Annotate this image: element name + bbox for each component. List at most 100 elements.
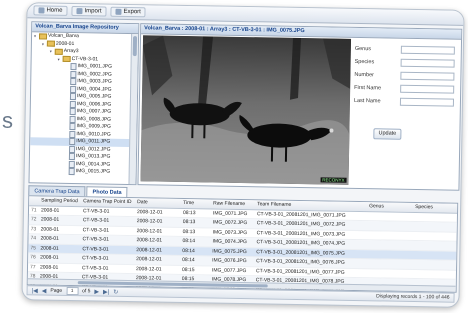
collapse-icon[interactable]: ▾ xyxy=(58,55,62,63)
photo-scene xyxy=(140,35,352,185)
table-cell: 2008-01 xyxy=(40,206,60,214)
column-header[interactable]: Genus xyxy=(367,202,413,211)
file-icon xyxy=(69,138,76,146)
import-label: Import xyxy=(84,8,102,15)
column-header[interactable] xyxy=(29,196,39,205)
home-label: Home xyxy=(46,7,63,14)
table-cell: 2008-01 xyxy=(39,263,59,271)
table-cell: IMG_0074.JPG xyxy=(212,238,248,246)
column-header[interactable]: Camera Trap Point ID xyxy=(81,197,135,206)
file-icon xyxy=(70,63,77,71)
page-count: of 5 xyxy=(82,288,91,295)
collapse-icon[interactable]: ▾ xyxy=(42,40,46,48)
table-cell: 75 xyxy=(30,244,36,251)
app-window: Home Import Export Volcan_Barva Image Re… xyxy=(21,2,465,308)
table-cell: CT-VB-3-01 xyxy=(82,255,109,262)
form-label: First Name xyxy=(354,84,382,91)
file-icon xyxy=(68,153,76,161)
table-cell xyxy=(367,212,413,221)
refresh-icon[interactable]: ↻ xyxy=(113,288,118,295)
tree-scrollbar[interactable] xyxy=(128,34,139,185)
import-button[interactable]: Import xyxy=(71,5,107,17)
file-icon xyxy=(69,130,76,138)
tree-body: ▾ Volcan_Barva ▾ 2008-01 ▾ Array3 ▾ CT-VB-3-01 I… xyxy=(29,32,132,184)
file-icon xyxy=(69,145,76,153)
form-input[interactable] xyxy=(400,71,455,81)
folder-icon xyxy=(38,33,48,40)
table-cell: 73 xyxy=(30,225,37,232)
table-cell: 77 xyxy=(29,263,36,270)
form-input[interactable] xyxy=(400,58,455,68)
table-cell xyxy=(367,221,413,230)
form-input[interactable] xyxy=(400,45,455,55)
table-cell: 08:13 xyxy=(182,228,196,235)
file-icon xyxy=(68,160,75,168)
form-input[interactable] xyxy=(399,97,455,107)
column-header[interactable]: Species xyxy=(413,203,453,212)
table-cell: IMG_0076.JPG xyxy=(212,257,247,265)
table-cell xyxy=(366,240,412,249)
form-label: Species xyxy=(354,58,375,65)
table-cell: 2008-01 xyxy=(40,244,59,252)
collapse-icon[interactable]: ▾ xyxy=(34,32,38,40)
table-cell: CT-VB-3-01 xyxy=(81,264,109,272)
folder-icon xyxy=(54,48,63,55)
table-cell: 08:14 xyxy=(182,237,196,245)
folder-icon xyxy=(62,56,71,63)
table-cell: CT-VB-3-01 xyxy=(82,245,109,253)
file-icon xyxy=(69,108,76,116)
table-cell: 2008-12-01 xyxy=(136,218,163,225)
tree-node[interactable]: IMG_0015.JPG xyxy=(30,167,130,176)
file-icon xyxy=(69,115,76,123)
table-cell: 08:15 xyxy=(181,266,195,273)
column-header[interactable]: Time xyxy=(181,199,211,208)
table-cell xyxy=(413,231,453,240)
table-cell xyxy=(412,241,452,250)
table-cell: 2008-12-01 xyxy=(136,237,163,244)
form-label: Last Name xyxy=(353,97,381,104)
table-cell xyxy=(367,231,413,240)
camera-trap-photo: RECONYX xyxy=(140,35,352,185)
classification-form: Genus Species Number First Name Last Name xyxy=(354,42,455,109)
export-button[interactable]: Export xyxy=(110,6,146,18)
paging-status: Displaying records 1 - 100 of 446 xyxy=(376,293,450,301)
form-input[interactable] xyxy=(400,84,455,94)
table-cell xyxy=(366,259,412,268)
table-cell xyxy=(413,222,453,231)
export-icon xyxy=(115,8,122,15)
last-page-icon[interactable]: ▶| xyxy=(103,288,109,295)
tree-node-label: Array3 xyxy=(63,47,79,55)
file-icon xyxy=(70,85,77,93)
photo-data-grid: Sampling Period Camera Trap Point ID Date T… xyxy=(26,195,459,293)
first-page-icon[interactable]: |◀ xyxy=(32,287,38,294)
table-cell: 71 xyxy=(30,206,37,213)
collapse-icon[interactable]: ▾ xyxy=(50,48,54,56)
import-icon xyxy=(76,8,83,15)
table-cell: IMG_0075.JPG xyxy=(212,247,247,255)
table-cell: IMG_0073.JPG xyxy=(212,228,248,236)
column-header[interactable]: Raw Filename xyxy=(211,199,255,208)
table-cell xyxy=(366,250,412,259)
export-label: Export xyxy=(123,8,141,16)
column-header[interactable]: Date xyxy=(135,198,181,207)
prev-page-icon[interactable]: ◀ xyxy=(42,287,47,294)
table-cell xyxy=(366,269,412,278)
home-button[interactable]: Home xyxy=(33,5,68,16)
form-row: Last Name xyxy=(353,94,455,109)
file-icon xyxy=(70,78,77,86)
camera-stamp: RECONYX xyxy=(320,177,347,183)
update-button[interactable]: Update xyxy=(373,128,402,140)
table-cell: 08:14 xyxy=(182,247,195,254)
column-header[interactable]: Sampling Period xyxy=(39,196,81,205)
table-cell: CT-VB-3-01 xyxy=(82,226,110,234)
file-icon xyxy=(69,100,76,108)
table-cell: 76 xyxy=(30,254,36,261)
table-cell: 2008-12-01 xyxy=(136,208,163,216)
next-page-icon[interactable]: ▶ xyxy=(94,288,99,295)
table-cell: 2008-01 xyxy=(40,235,59,242)
table-cell: 74 xyxy=(30,235,37,242)
table-cell: 2008-01 xyxy=(40,225,60,233)
tree-scrollbar-thumb[interactable] xyxy=(132,36,138,57)
page-number-input[interactable]: 1 xyxy=(66,286,79,296)
form-label: Number xyxy=(354,71,375,78)
